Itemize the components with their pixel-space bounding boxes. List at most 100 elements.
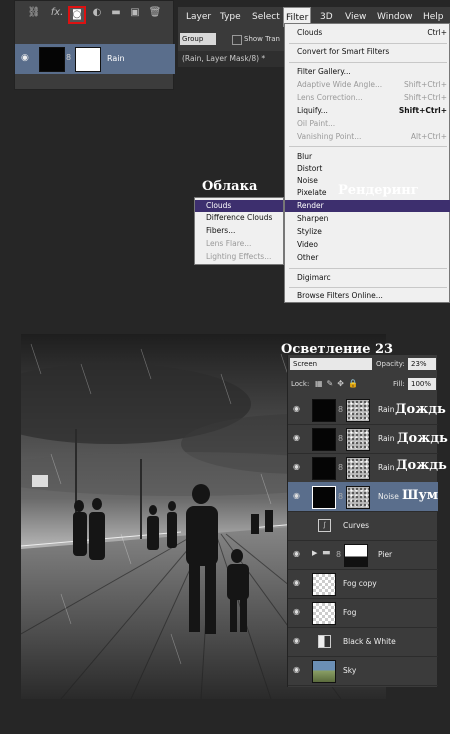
annotation-rain-3: Дождь (396, 458, 447, 473)
layer-name: Pier (378, 550, 393, 559)
menu-item-sharpen[interactable]: Sharpen (285, 213, 450, 225)
adjustment-icon[interactable]: ◐ (90, 6, 104, 20)
chain-icon: 8 (338, 463, 344, 472)
menu-item-adaptive-wide-angle: Adaptive Wide Angle... Shift+Ctrl+ (285, 79, 450, 91)
folder-icon: ▬ (322, 548, 331, 558)
menu-label: Clouds (206, 201, 232, 210)
layer-row-curves[interactable]: ∫ Curves (288, 511, 438, 541)
fill-input[interactable]: 100% (408, 378, 436, 390)
layer-name: Rain (378, 463, 395, 472)
layer-name: Noise (378, 492, 399, 501)
link-icon[interactable]: ⛓ (27, 6, 41, 20)
layer-name: Fog (343, 608, 357, 617)
eye-icon[interactable]: ◉ (293, 636, 300, 645)
menu-label: Oil Paint... (297, 119, 336, 128)
fill-label: Fill: (393, 380, 405, 388)
menu-item-clouds[interactable]: Clouds Ctrl+ (285, 27, 450, 39)
annotation-noise: Шум (402, 488, 439, 503)
menu-type[interactable]: Type (218, 7, 243, 27)
black-white-adjustment-icon (318, 635, 331, 648)
group-select[interactable]: Group (180, 33, 216, 45)
annotation-screen-opacity: Осветление 23 (281, 342, 394, 357)
lock-icons[interactable]: ▦✎✥🔒 (315, 378, 362, 390)
group-mask-thumbnail (344, 544, 368, 567)
layer-thumbnail (312, 573, 336, 596)
blend-row: Screen Opacity: 23% (288, 355, 438, 373)
menu-label: Clouds (297, 28, 323, 37)
menu-select[interactable]: Select (250, 7, 282, 27)
menu-item-digimarc[interactable]: Digimarc (285, 272, 450, 284)
menu-label: Blur (297, 152, 313, 161)
eye-icon[interactable]: ◉ (293, 491, 300, 500)
menu-label: Adaptive Wide Angle... (297, 80, 383, 89)
layer-thumbnail (39, 47, 65, 72)
annotation-clouds: Облака (202, 179, 258, 194)
eye-icon[interactable]: ◉ (293, 404, 300, 413)
render-submenu: Clouds Difference Clouds Fibers... Lens … (194, 197, 284, 265)
menu-item-convert-smart-filters[interactable]: Convert for Smart Filters (285, 46, 450, 58)
mask-thumbnail (75, 47, 101, 72)
menu-label: Fibers... (206, 226, 236, 235)
menu-item-blur[interactable]: Blur (285, 151, 450, 163)
show-transform-checkbox[interactable] (232, 35, 242, 45)
layer-thumbnail (312, 660, 336, 683)
submenu-item-difference-clouds[interactable]: Difference Clouds (195, 212, 283, 224)
opacity-label: Opacity: (376, 360, 405, 368)
shortcut: Shift+Ctrl+ (404, 93, 447, 102)
menu-item-video[interactable]: Video (285, 239, 450, 251)
layer-row-pier[interactable]: ◉ ▶ ▬ 8 Pier (288, 540, 438, 570)
menu-item-stylize[interactable]: Stylize (285, 226, 450, 238)
submenu-item-clouds[interactable]: Clouds (195, 200, 283, 212)
layer-name: Rain (378, 405, 395, 414)
layer-name: Curves (343, 521, 370, 530)
layer-row-fog-copy[interactable]: ◉ Fog copy (288, 569, 438, 599)
layer-name: Sky (343, 666, 357, 675)
mini-layers-panel: ⛓ fx. ◙ ◐ ▬ ▣ 🗑 ◉ 8 Rain (14, 0, 175, 90)
menu-item-liquify[interactable]: Liquify... Shift+Ctrl+ (285, 105, 450, 117)
layer-row-rain[interactable]: ◉ 8 Rain (15, 44, 175, 74)
menu-label: Render (297, 201, 324, 210)
layer-row-black-white[interactable]: ◉ Black & White (288, 627, 438, 657)
eye-icon[interactable]: ◉ (293, 462, 300, 471)
eye-icon[interactable]: ◉ (293, 578, 300, 587)
annotation-rain-1: Дождь (395, 402, 446, 417)
menu-label: Filter Gallery... (297, 67, 351, 76)
eye-icon[interactable]: ◉ (21, 53, 29, 63)
menu-item-render[interactable]: Render (285, 200, 450, 212)
fx-icon[interactable]: fx. (48, 6, 66, 20)
trash-icon[interactable]: 🗑 (148, 6, 162, 20)
layer-row-sky[interactable]: ◉ Sky (288, 656, 438, 686)
menu-item-oil-paint: Oil Paint... (285, 118, 450, 130)
menu-layer[interactable]: Layer (184, 7, 213, 27)
menu-item-distort[interactable]: Distort (285, 163, 450, 175)
menu-item-filter-gallery[interactable]: Filter Gallery... (285, 66, 450, 78)
submenu-item-lens-flare: Lens Flare... (195, 238, 283, 250)
layer-thumbnail (312, 602, 336, 625)
document-tab[interactable]: (Rain, Layer Mask/8) * (178, 51, 288, 67)
menu-label: Noise (297, 176, 318, 185)
layer-name: Rain (378, 434, 395, 443)
blend-mode-select[interactable]: Screen (290, 358, 372, 370)
menu-label: Browse Filters Online... (297, 291, 383, 300)
eye-icon[interactable]: ◉ (293, 665, 300, 674)
submenu-item-fibers[interactable]: Fibers... (195, 225, 283, 237)
add-mask-icon[interactable]: ◙ (68, 6, 86, 24)
annotation-rain-2: Дождь (397, 431, 448, 446)
eye-icon[interactable]: ◉ (293, 607, 300, 616)
eye-icon[interactable]: ◉ (293, 549, 300, 558)
menu-label: Pixelate (297, 188, 327, 197)
menu-item-browse-filters-online[interactable]: Browse Filters Online... (285, 290, 450, 302)
layer-row-fog[interactable]: ◉ Fog (288, 598, 438, 628)
new-layer-icon[interactable]: ▣ (128, 6, 142, 20)
show-transform-label: Show Tran (244, 35, 280, 43)
layer-thumbnail (312, 457, 336, 480)
folder-icon[interactable]: ▬ (109, 6, 123, 20)
opacity-input[interactable]: 23% (408, 358, 436, 370)
menu-label: Lighting Effects... (206, 252, 272, 261)
eye-icon[interactable]: ◉ (293, 433, 300, 442)
lock-label: Lock: (291, 380, 310, 388)
menu-label: Lens Flare... (206, 239, 252, 248)
options-bar: Group Show Tran (178, 27, 288, 51)
menu-item-other[interactable]: Other (285, 252, 450, 264)
expand-arrow-icon[interactable]: ▶ (312, 549, 317, 557)
